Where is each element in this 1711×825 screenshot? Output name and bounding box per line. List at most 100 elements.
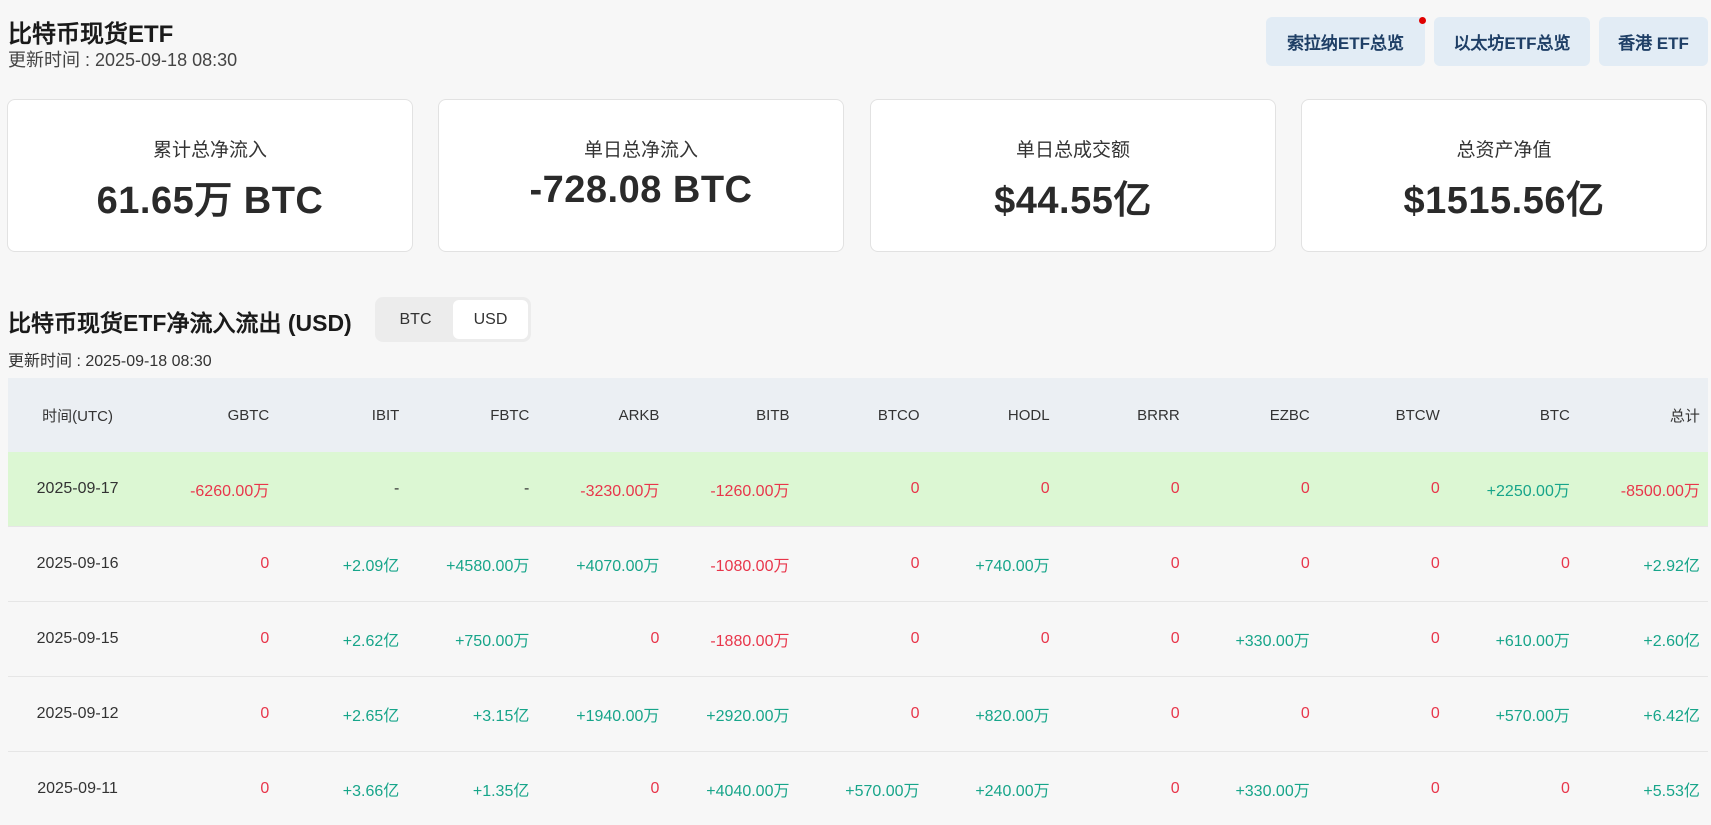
column-header-btco: BTCO <box>877 406 920 424</box>
stat-card-daily-volume: 单日总成交额 $44.55亿 <box>870 99 1276 252</box>
flow-cell: +1940.00万 <box>576 708 660 725</box>
toggle-btc[interactable]: BTC <box>378 300 453 339</box>
flow-cell: 0 <box>1170 480 1180 497</box>
flow-cell: -1260.00万 <box>710 483 790 500</box>
stat-card-daily-inflow: 单日总净流入 -728.08 BTC <box>438 99 844 252</box>
column-header-arkb: ARKB <box>618 406 660 424</box>
flow-cell: +330.00万 <box>1235 633 1310 650</box>
flow-cell: +2.09亿 <box>342 558 400 575</box>
table-body: 2025-09-17 -6260.00万 - - -3230.00万 -1260.00万 0… <box>8 452 1708 825</box>
flow-cell: - <box>524 480 530 497</box>
flow-cell: +5.53亿 <box>1643 783 1700 800</box>
stat-value: $1515.56亿 <box>1403 180 1605 222</box>
flow-cell: 0 <box>260 780 270 797</box>
date-cell: 2025-09-16 <box>36 555 119 572</box>
table-row: 2025-09-17 -6260.00万 - - -3230.00万 -1260.00万 0… <box>8 452 1708 527</box>
flow-cell: 0 <box>910 705 920 722</box>
page-header: 比特币现货ETF 更新时间 : 2025-09-18 08:30 索拉纳ETF总… <box>8 10 1708 72</box>
flow-cell: +2920.00万 <box>706 708 790 725</box>
column-header-ibit: IBIT <box>371 406 400 424</box>
stat-label: 累计总净流入 <box>152 140 267 161</box>
stat-card-net-assets: 总资产净值 $1515.56亿 <box>1301 99 1707 252</box>
flow-cell: +6.42亿 <box>1643 708 1700 725</box>
table-header-row: 时间(UTC) GBTC IBIT FBTC ARKB BITB BTCO HODL BRRR E… <box>8 378 1708 452</box>
date-cell: 2025-09-12 <box>36 705 119 722</box>
flow-cell: +3.66亿 <box>342 783 400 800</box>
flow-cell: 0 <box>1170 705 1180 722</box>
flow-cell: 0 <box>260 555 270 572</box>
flow-cell: +610.00万 <box>1495 633 1570 650</box>
table-row: 2025-09-11 0 +3.66亿 +1.35亿 0 +4040.00万 +570.00… <box>8 752 1708 825</box>
flow-cell: 0 <box>1430 555 1440 572</box>
solana-etf-overview-label: 索拉纳ETF总览 <box>1286 34 1405 53</box>
flow-cell: 0 <box>1040 480 1050 497</box>
flow-cell: +740.00万 <box>975 558 1050 575</box>
flow-cell: +570.00万 <box>1495 708 1570 725</box>
date-cell: 2025-09-15 <box>36 630 119 647</box>
flow-cell: 0 <box>1430 780 1440 797</box>
flow-cell: 0 <box>1430 705 1440 722</box>
flow-cell: - <box>393 480 400 497</box>
column-header-ezbc: EZBC <box>1269 406 1310 424</box>
hongkong-etf-label: 香港 ETF <box>1618 34 1689 53</box>
flow-cell: +2.60亿 <box>1643 633 1700 650</box>
column-header-hodl: HODL <box>1007 406 1050 424</box>
page-title: 比特币现货ETF <box>8 21 174 48</box>
flow-cell: 0 <box>910 555 920 572</box>
table-row: 2025-09-12 0 +2.65亿 +3.15亿 +1940.00万 +2920.00… <box>8 677 1708 752</box>
flow-cell: 0 <box>1040 630 1050 647</box>
flow-cell: 0 <box>650 630 660 647</box>
date-cell: 2025-09-17 <box>36 480 119 497</box>
toggle-usd[interactable]: USD <box>453 300 528 339</box>
column-header-utc: 时间(UTC) <box>42 407 113 425</box>
table-row: 2025-09-16 0 +2.09亿 +4580.00万 +4070.00万 -1080… <box>8 527 1708 602</box>
flow-cell: +4580.00万 <box>446 558 530 575</box>
unit-toggle: BTC USD <box>375 297 531 342</box>
ethereum-etf-overview-label: 以太坊ETF总览 <box>1453 34 1571 53</box>
stat-label: 总资产净值 <box>1456 140 1552 161</box>
flow-cell: 0 <box>1560 555 1570 572</box>
flow-cell: -1080.00万 <box>710 558 790 575</box>
flow-cell: 0 <box>1430 480 1440 497</box>
flow-cell: 0 <box>1300 480 1310 497</box>
date-cell: 2025-09-11 <box>37 780 118 797</box>
column-header-brrr: BRRR <box>1137 406 1180 424</box>
column-header-btc: BTC <box>1539 406 1570 424</box>
flow-cell: 0 <box>910 630 920 647</box>
flow-cell: +3.15亿 <box>472 708 530 725</box>
section-title: 比特币现货ETF净流入流出 (USD) <box>8 310 352 336</box>
solana-etf-overview-button[interactable]: 索拉纳ETF总览 <box>1266 17 1426 66</box>
flow-cell: -1880.00万 <box>710 633 790 650</box>
stat-label: 单日总成交额 <box>1015 140 1130 161</box>
flow-cell: +1.35亿 <box>472 783 530 800</box>
column-header-btcw: BTCW <box>1395 406 1440 424</box>
update-time: 更新时间 : 2025-09-18 08:30 <box>8 50 238 70</box>
stat-value: -728.08 BTC <box>529 169 753 211</box>
flow-cell: 0 <box>650 780 660 797</box>
column-header-fbtc: FBTC <box>490 406 530 424</box>
flow-cell: +4070.00万 <box>576 558 660 575</box>
flow-cell: 0 <box>260 630 270 647</box>
flow-cell: 0 <box>1300 705 1310 722</box>
stat-value: $44.55亿 <box>994 180 1152 222</box>
flow-cell: 0 <box>260 705 270 722</box>
flow-cell: 0 <box>1170 555 1180 572</box>
flow-table: 时间(UTC) GBTC IBIT FBTC ARKB BITB BTCO HODL BRRR E… <box>8 378 1708 825</box>
flow-cell: 0 <box>1430 630 1440 647</box>
column-header-gbtc: GBTC <box>227 406 270 424</box>
flow-cell: +2250.00万 <box>1486 483 1570 500</box>
flow-cell: 0 <box>1170 630 1180 647</box>
flow-cell: 0 <box>1300 555 1310 572</box>
flow-cell: +750.00万 <box>455 633 530 650</box>
flow-cell: +2.65亿 <box>342 708 400 725</box>
hongkong-etf-button[interactable]: 香港 ETF <box>1599 17 1708 66</box>
ethereum-etf-overview-button[interactable]: 以太坊ETF总览 <box>1434 17 1590 66</box>
flow-cell: 0 <box>1170 780 1180 797</box>
stat-card-cumulative-inflow: 累计总净流入 61.65万 BTC <box>7 99 413 252</box>
flow-cell: -8500.00万 <box>1620 483 1700 500</box>
flow-cell: -3230.00万 <box>580 483 660 500</box>
flow-cell: +240.00万 <box>975 783 1050 800</box>
flow-cell: +570.00万 <box>845 783 920 800</box>
flow-cell: +2.62亿 <box>342 633 400 650</box>
flow-cell: +2.92亿 <box>1643 558 1700 575</box>
